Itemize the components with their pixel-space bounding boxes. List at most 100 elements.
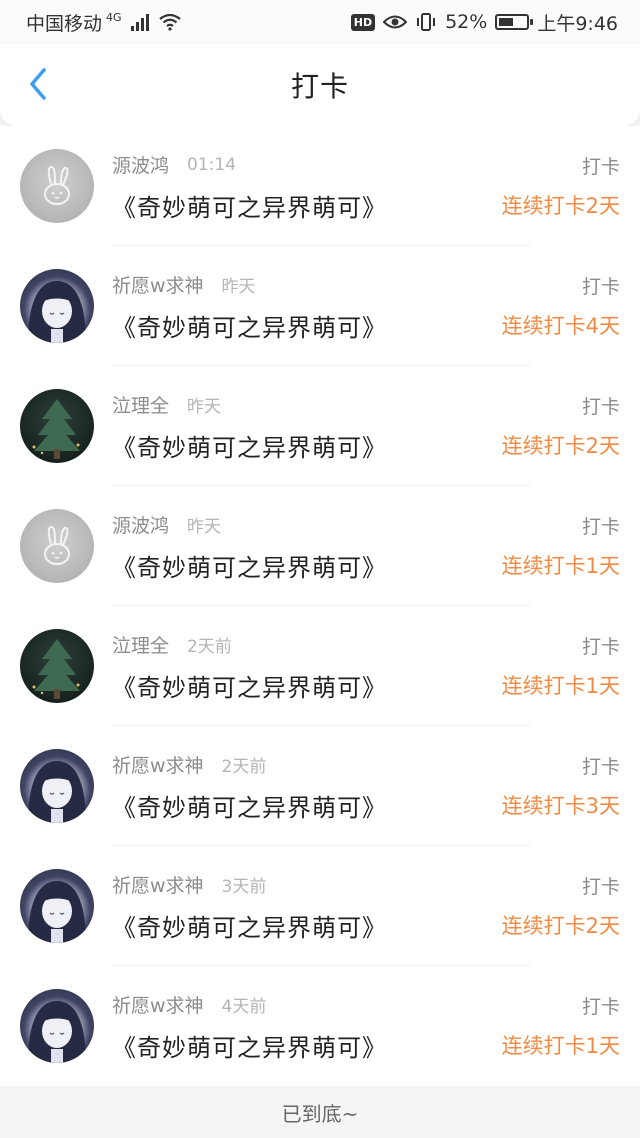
user-name[interactable]: 祈愿w求神 [112,871,204,898]
network-type: 4G [106,10,122,24]
checkin-meta: 祈愿w求神 2天前 [112,750,502,780]
end-of-list-label: 已到底~ [281,1101,359,1126]
anime-girl-icon [28,1001,86,1063]
book-title[interactable]: 《奇妙萌可之异界萌可》 [112,428,502,463]
user-name[interactable]: 祈愿w求神 [112,271,204,298]
user-name[interactable]: 祈愿w求神 [112,991,204,1018]
checkin-tag: 打卡 [581,516,620,538]
avatar[interactable] [20,509,94,583]
user-name[interactable]: 源波鸿 [112,151,169,178]
checkin-meta: 源波鸿 01:14 [112,150,502,180]
streak-label: 连续打卡2天 [501,194,620,218]
tree-icon [32,639,80,699]
vibrate-icon [417,13,436,31]
checkin-meta: 源波鸿 昨天 [112,510,502,540]
battery-percent: 52% [445,11,488,33]
checkin-meta: 泣理全 2天前 [112,630,502,660]
book-title[interactable]: 《奇妙萌可之异界萌可》 [112,188,502,223]
back-button[interactable] [18,64,58,104]
top-nav-bar: 打卡 [0,44,640,126]
checkin-info: 祈愿w求神 2天前 《奇妙萌可之异界萌可》 [112,750,502,823]
streak-label: 连续打卡2天 [501,914,620,938]
checkin-info: 祈愿w求神 昨天 《奇妙萌可之异界萌可》 [112,270,502,343]
checkin-meta: 祈愿w求神 3天前 [112,870,502,900]
wifi-icon [158,13,181,31]
user-name[interactable]: 泣理全 [112,391,169,418]
checkin-item[interactable]: 祈愿w求神 4天前 《奇妙萌可之异界萌可》 打卡 连续打卡1天 [0,966,640,1086]
checkin-status: 打卡 连续打卡1天 [502,992,620,1060]
battery-icon [495,14,534,30]
checkin-status: 打卡 连续打卡3天 [502,752,620,820]
checkin-info: 祈愿w求神 4天前 《奇妙萌可之异界萌可》 [112,990,502,1063]
anime-girl-icon [28,761,86,823]
checkin-time: 3天前 [221,877,267,897]
book-title[interactable]: 《奇妙萌可之异界萌可》 [112,308,502,343]
checkin-tag: 打卡 [581,276,620,298]
avatar[interactable] [20,149,94,223]
checkin-status: 打卡 连续打卡2天 [502,872,620,940]
book-title[interactable]: 《奇妙萌可之异界萌可》 [112,1028,502,1063]
status-bar: 中国移动 4G HD 52% 上午9:46 [0,0,640,44]
book-title[interactable]: 《奇妙萌可之异界萌可》 [112,668,502,703]
checkin-info: 泣理全 2天前 《奇妙萌可之异界萌可》 [112,630,502,703]
anime-girl-icon [28,281,86,343]
book-title[interactable]: 《奇妙萌可之异界萌可》 [112,548,502,583]
checkin-status: 打卡 连续打卡2天 [502,152,620,220]
checkin-tag: 打卡 [581,756,620,778]
checkin-tag: 打卡 [581,876,620,898]
avatar[interactable] [20,989,94,1063]
book-title[interactable]: 《奇妙萌可之异界萌可》 [112,908,502,943]
user-name[interactable]: 泣理全 [112,631,169,658]
avatar[interactable] [20,869,94,943]
checkin-item[interactable]: 泣理全 昨天 《奇妙萌可之异界萌可》 打卡 连续打卡2天 [0,366,640,486]
streak-label: 连续打卡2天 [501,434,620,458]
user-name[interactable]: 源波鸿 [112,511,169,538]
checkin-info: 源波鸿 昨天 《奇妙萌可之异界萌可》 [112,510,502,583]
avatar[interactable] [20,389,94,463]
checkin-item[interactable]: 祈愿w求神 3天前 《奇妙萌可之异界萌可》 打卡 连续打卡2天 [0,846,640,966]
checkin-status: 打卡 连续打卡1天 [502,632,620,700]
clock: 上午9:46 [537,12,618,35]
tree-icon [32,399,80,459]
checkin-tag: 打卡 [581,396,620,418]
checkin-time: 2天前 [187,637,232,657]
checkin-status: 打卡 连续打卡2天 [502,392,620,460]
checkin-time: 昨天 [187,517,222,537]
rabbit-icon [44,165,70,205]
checkin-status: 打卡 连续打卡1天 [502,512,620,580]
page-title: 打卡 [290,70,349,103]
checkin-tag: 打卡 [581,156,620,178]
checkin-time: 01:14 [187,154,237,175]
streak-label: 连续打卡3天 [501,794,620,818]
carrier-label: 中国移动 [26,12,103,35]
checkin-item[interactable]: 泣理全 2天前 《奇妙萌可之异界萌可》 打卡 连续打卡1天 [0,606,640,726]
book-title[interactable]: 《奇妙萌可之异界萌可》 [112,788,502,823]
checkin-time: 昨天 [221,277,256,297]
checkin-time: 昨天 [187,397,222,417]
checkin-info: 源波鸿 01:14 《奇妙萌可之异界萌可》 [112,150,502,223]
checkin-tag: 打卡 [581,636,620,658]
checkin-item[interactable]: 祈愿w求神 昨天 《奇妙萌可之异界萌可》 打卡 连续打卡4天 [0,246,640,366]
user-name[interactable]: 祈愿w求神 [112,751,204,778]
checkin-meta: 祈愿w求神 4天前 [112,990,502,1020]
checkin-item[interactable]: 源波鸿 昨天 《奇妙萌可之异界萌可》 打卡 连续打卡1天 [0,486,640,606]
checkin-meta: 祈愿w求神 昨天 [112,270,502,300]
avatar[interactable] [20,629,94,703]
streak-label: 连续打卡1天 [501,1034,620,1058]
status-left: 中国移动 4G [26,9,182,36]
checkin-status: 打卡 连续打卡4天 [502,272,620,340]
checkin-item[interactable]: 源波鸿 01:14 《奇妙萌可之异界萌可》 打卡 连续打卡2天 [0,126,640,246]
anime-girl-icon [28,881,86,943]
streak-label: 连续打卡4天 [501,314,620,338]
avatar[interactable] [20,269,94,343]
status-right: HD 52% 上午9:46 [350,9,618,36]
rabbit-icon [44,525,70,565]
eye-icon [383,15,408,29]
hd-badge: HD [350,13,376,31]
checkin-info: 祈愿w求神 3天前 《奇妙萌可之异界萌可》 [112,870,502,943]
signal-icon [130,14,149,31]
checkin-tag: 打卡 [581,996,620,1018]
streak-label: 连续打卡1天 [501,554,620,578]
checkin-item[interactable]: 祈愿w求神 2天前 《奇妙萌可之异界萌可》 打卡 连续打卡3天 [0,726,640,846]
avatar[interactable] [20,749,94,823]
